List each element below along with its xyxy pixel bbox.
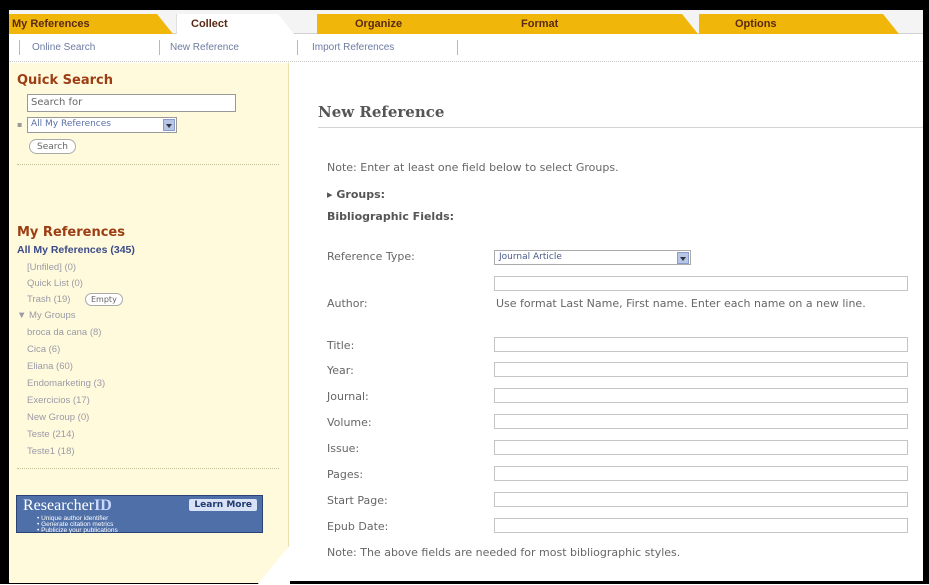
- year-field[interactable]: [494, 362, 908, 377]
- page-title: New Reference: [318, 103, 445, 121]
- my-groups-label: My Groups: [29, 310, 76, 321]
- epub-date-field[interactable]: [494, 518, 908, 533]
- tab-label: My References: [12, 18, 90, 30]
- group-item[interactable]: Endomarketing (3): [27, 378, 105, 389]
- groups-toggle[interactable]: ▸ Groups:: [327, 188, 385, 201]
- tab-collect[interactable]: Collect: [176, 14, 294, 34]
- tab-my-references[interactable]: My References: [9, 14, 173, 34]
- group-item[interactable]: Exercicios (17): [27, 395, 90, 406]
- author-label: Author:: [327, 297, 368, 310]
- title-divider: [318, 127, 923, 128]
- triangle-right-icon: ▸: [327, 188, 337, 201]
- tab-label: Options: [735, 18, 777, 30]
- all-my-references-link[interactable]: All My References (345): [17, 244, 135, 256]
- author-hint: Use format Last Name, First name. Enter …: [496, 297, 866, 310]
- subnav-new-reference[interactable]: New Reference: [170, 42, 239, 53]
- group-item[interactable]: Teste (214): [27, 429, 75, 440]
- my-references-heading: My References: [17, 225, 125, 240]
- tab-label: Organize: [355, 18, 403, 30]
- volume-field[interactable]: [494, 414, 908, 429]
- epub-date-label: Epub Date:: [327, 520, 389, 533]
- divider: [17, 164, 279, 165]
- issue-field[interactable]: [494, 440, 908, 455]
- start-page-field[interactable]: [494, 492, 908, 507]
- note-top: Note: Enter at least one field below to …: [327, 161, 619, 174]
- reference-type-label: Reference Type:: [327, 250, 415, 263]
- unfiled-link[interactable]: [Unfiled] (0): [27, 262, 76, 273]
- group-item[interactable]: Eliana (60): [27, 361, 73, 372]
- scope-select-value: All My References: [31, 119, 111, 129]
- tab-label: Collect: [191, 18, 228, 30]
- journal-field[interactable]: [494, 388, 908, 403]
- researcherid-banner[interactable]: ResearcherID Learn More • Unique author …: [16, 495, 263, 534]
- researcherid-logo: ResearcherID: [23, 497, 112, 514]
- quick-list-link[interactable]: Quick List (0): [27, 278, 83, 289]
- top-tab-bar: My References Collect Organize Format Op…: [9, 10, 923, 34]
- year-label: Year:: [327, 364, 354, 377]
- quick-search-heading: Quick Search: [17, 73, 113, 88]
- my-groups-toggle[interactable]: ▼ My Groups: [17, 310, 76, 321]
- subnav-separator: [159, 40, 160, 55]
- subnav-separator: [297, 40, 298, 55]
- group-item[interactable]: New Group (0): [27, 412, 89, 423]
- chevron-down-icon: [677, 252, 689, 264]
- tab-format[interactable]: Format: [469, 14, 698, 34]
- empty-trash-button[interactable]: Empty: [85, 293, 123, 306]
- bullet-icon: ▪: [17, 120, 23, 129]
- group-item[interactable]: Cica (6): [27, 344, 60, 355]
- tab-options[interactable]: Options: [699, 14, 899, 34]
- learn-more-button[interactable]: Learn More: [189, 499, 257, 511]
- subnav-import-references[interactable]: Import References: [312, 42, 394, 53]
- title-field[interactable]: [494, 337, 908, 352]
- tab-label: Format: [521, 18, 559, 30]
- scope-select[interactable]: All My References: [27, 117, 177, 133]
- title-label: Title:: [327, 339, 355, 352]
- author-field[interactable]: [494, 276, 908, 291]
- triangle-down-icon: ▼: [17, 310, 30, 321]
- note-bottom: Note: The above fields are needed for mo…: [327, 546, 681, 559]
- researcherid-bullet: • Publicize your publications: [37, 527, 118, 534]
- reference-type-select[interactable]: Journal Article: [494, 250, 691, 265]
- sidebar-corner: [257, 545, 290, 585]
- bibliographic-fields-heading: Bibliographic Fields:: [327, 210, 455, 223]
- app-frame: My References Collect Organize Format Op…: [0, 0, 929, 585]
- group-item[interactable]: broca da cana (8): [27, 327, 101, 338]
- subnav-separator: [457, 40, 458, 55]
- divider: [17, 468, 279, 469]
- pages-label: Pages:: [327, 468, 364, 481]
- start-page-label: Start Page:: [327, 494, 388, 507]
- sub-navigation: Online Search New Reference Import Refer…: [9, 35, 923, 62]
- tab-organize[interactable]: Organize: [317, 14, 485, 34]
- subnav-separator: [19, 40, 20, 55]
- subnav-online-search[interactable]: Online Search: [32, 42, 95, 53]
- reference-type-value: Journal Article: [499, 252, 562, 262]
- search-input[interactable]: Search for: [27, 94, 236, 112]
- search-button[interactable]: Search: [29, 139, 76, 154]
- volume-label: Volume:: [327, 416, 372, 429]
- chevron-down-icon: [163, 119, 175, 131]
- group-item[interactable]: Teste1 (18): [27, 446, 75, 457]
- issue-label: Issue:: [327, 442, 360, 455]
- journal-label: Journal:: [327, 390, 369, 403]
- groups-label: Groups:: [336, 188, 386, 201]
- trash-link[interactable]: Trash (19): [27, 294, 70, 305]
- pages-field[interactable]: [494, 466, 908, 481]
